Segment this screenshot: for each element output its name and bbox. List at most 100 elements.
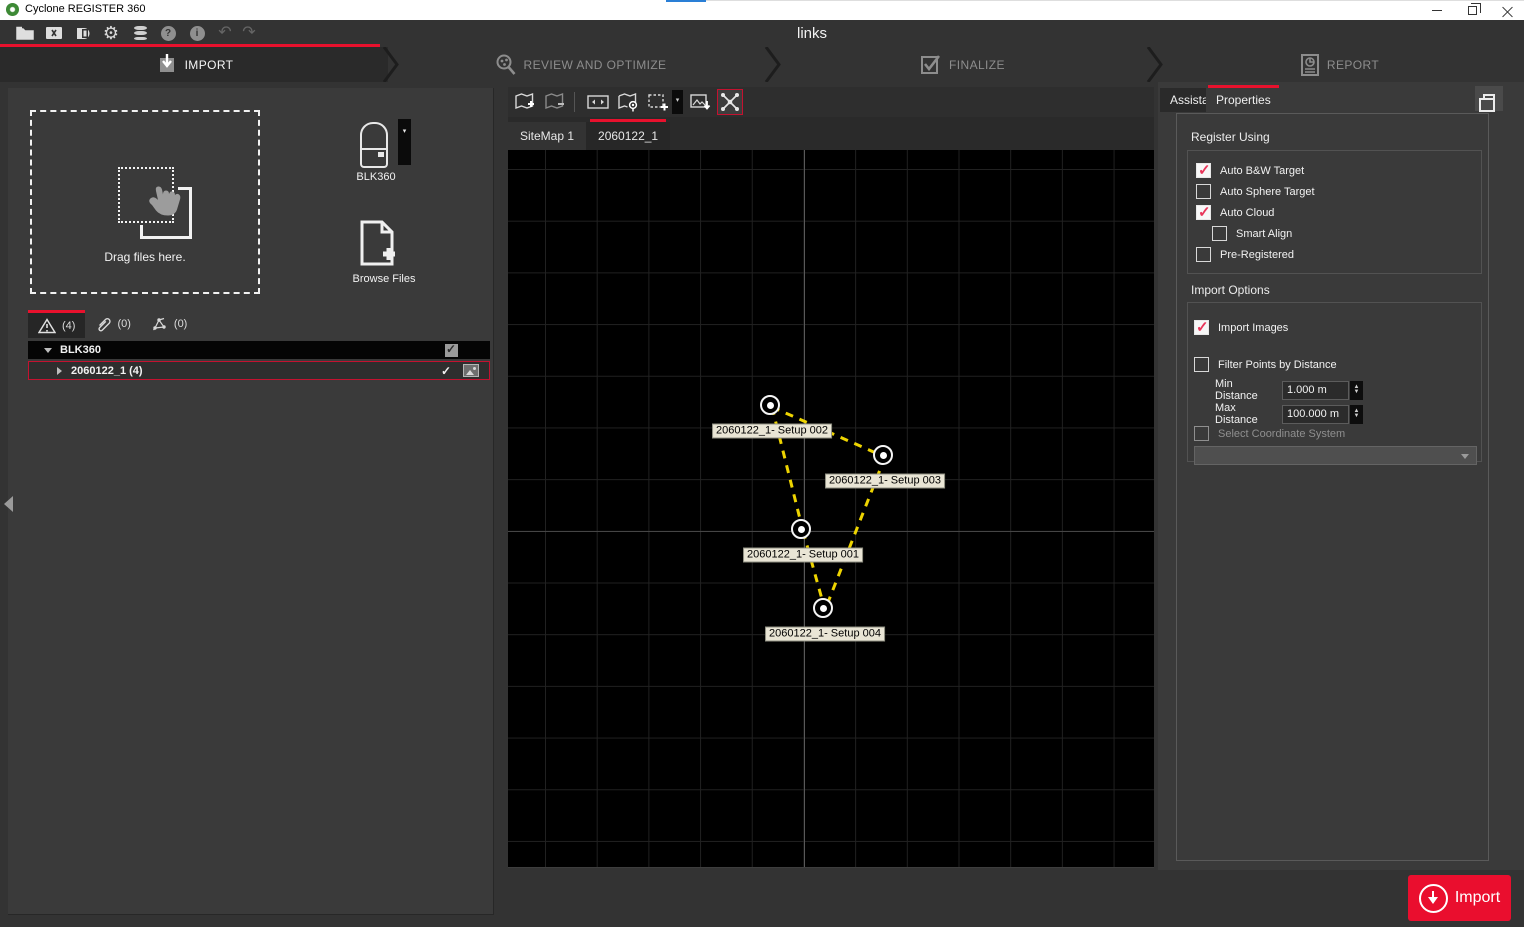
spin-down-icon[interactable]: ▼ xyxy=(1354,390,1360,395)
add-sitemap-icon xyxy=(514,92,536,112)
option-auto-bw-target[interactable]: Auto B&W Target xyxy=(1196,163,1304,178)
sitemap-location-icon xyxy=(617,92,639,112)
min-distance-input[interactable]: 1.000 m xyxy=(1282,381,1349,400)
tab-label: SiteMap 1 xyxy=(520,129,574,143)
tree-row-blk360[interactable]: BLK360 xyxy=(28,341,490,359)
option-label: Pre-Registered xyxy=(1220,249,1294,261)
import-button[interactable]: Import xyxy=(1408,875,1511,921)
menu-toolbar: ⚙ ? i ↶ ↷ links xyxy=(0,20,1524,46)
browse-files-icon[interactable] xyxy=(356,220,398,266)
checkbox[interactable] xyxy=(1196,184,1211,199)
remove-sitemap-button[interactable] xyxy=(542,89,568,115)
open-project-button[interactable] xyxy=(14,23,36,43)
storage-database-icon xyxy=(134,26,147,40)
selection-tool-button[interactable] xyxy=(645,89,671,115)
settings-gear-icon: ⚙ xyxy=(103,24,119,42)
import-button-label: Import xyxy=(1455,889,1500,907)
detach-panel-button[interactable] xyxy=(1475,86,1503,111)
expand-caret-icon[interactable] xyxy=(57,367,62,375)
setup-node-setup3[interactable] xyxy=(873,445,893,465)
workflow-step-review[interactable]: REVIEW AND OPTIMIZE xyxy=(390,47,770,82)
sitemap-tabs: SiteMap 1 2060122_1 xyxy=(508,117,1154,150)
workflow-step-import[interactable]: IMPORT xyxy=(0,47,388,82)
import-project-button[interactable] xyxy=(72,23,94,43)
option-smart-align[interactable]: Smart Align xyxy=(1212,226,1292,241)
tree-checkbox[interactable] xyxy=(445,344,458,357)
selection-tool-dropdown[interactable]: ▾ xyxy=(672,90,683,114)
close-project-button[interactable] xyxy=(43,23,65,43)
help-button[interactable]: ? xyxy=(157,23,179,43)
option-import-images[interactable]: Import Images xyxy=(1194,320,1288,335)
option-auto-cloud[interactable]: Auto Cloud xyxy=(1196,205,1274,220)
links-tool-icon xyxy=(719,91,741,113)
tab-2060122-1[interactable]: 2060122_1 xyxy=(586,122,670,150)
setup-node-label: 2060122_1- Setup 003 xyxy=(825,474,945,489)
links-tool-button[interactable] xyxy=(717,89,743,115)
workflow-step-report[interactable]: REPORT xyxy=(1154,47,1524,82)
option-label: Auto Sphere Target xyxy=(1220,186,1315,198)
tree-row-scan-group[interactable]: 2060122_1 (4) ✓ xyxy=(28,361,490,380)
spin-down-icon[interactable]: ▼ xyxy=(1354,414,1360,419)
checkbox[interactable] xyxy=(1196,163,1211,178)
import-options-title: Import Options xyxy=(1191,283,1270,297)
blk360-device-icon[interactable] xyxy=(360,122,388,168)
collapse-caret-icon[interactable] xyxy=(44,348,52,353)
min-distance-spinner[interactable]: ▲▼ xyxy=(1350,381,1363,400)
help-icon: ? xyxy=(161,26,176,41)
review-magnifier-icon xyxy=(494,53,518,77)
option-label: Auto Cloud xyxy=(1220,207,1274,219)
paperclip-icon xyxy=(95,316,111,332)
workflow-step-finalize[interactable]: FINALIZE xyxy=(772,47,1152,82)
checkbox[interactable] xyxy=(1212,226,1227,241)
tree-label: 2060122_1 (4) xyxy=(71,365,143,377)
max-distance-input[interactable]: 100.000 m xyxy=(1282,405,1349,424)
info-button[interactable]: i xyxy=(186,23,208,43)
storage-button[interactable] xyxy=(129,23,151,43)
tab-count: (0) xyxy=(174,318,187,330)
checkbox[interactable] xyxy=(1194,320,1209,335)
tab-label: 2060122_1 xyxy=(598,129,658,143)
settings-button[interactable]: ⚙ xyxy=(100,23,122,43)
tab-issues[interactable]: (4) xyxy=(28,310,85,338)
tab-sitemap-1[interactable]: SiteMap 1 xyxy=(508,122,586,150)
tab-count: (0) xyxy=(117,318,130,330)
setup-node-setup1[interactable] xyxy=(791,519,811,539)
undo-button[interactable]: ↶ xyxy=(214,23,236,43)
report-document-icon xyxy=(1299,53,1321,77)
tab-properties[interactable]: Properties xyxy=(1206,88,1281,112)
coordinate-system-dropdown[interactable] xyxy=(1194,446,1477,465)
panorama-view-button[interactable] xyxy=(585,89,611,115)
setup-node-setup2[interactable] xyxy=(760,395,780,415)
option-pre-registered[interactable]: Pre-Registered xyxy=(1196,247,1294,262)
tab-structure[interactable]: (0) xyxy=(141,310,197,338)
tab-count: (4) xyxy=(62,320,75,332)
setup-node-setup4[interactable] xyxy=(813,598,833,618)
image-download-button[interactable] xyxy=(687,89,713,115)
setup-node-label: 2060122_1- Setup 002 xyxy=(712,424,832,439)
blk360-dropdown[interactable]: ▾ xyxy=(398,119,411,165)
redo-button[interactable]: ↷ xyxy=(238,23,260,43)
option-select-coordinate-system[interactable]: Select Coordinate System xyxy=(1194,426,1345,441)
image-download-icon xyxy=(689,92,711,112)
sitemap-location-button[interactable] xyxy=(615,89,641,115)
option-auto-sphere-target[interactable]: Auto Sphere Target xyxy=(1196,184,1315,199)
checkbox[interactable] xyxy=(1194,357,1209,372)
max-distance-spinner[interactable]: ▲▼ xyxy=(1350,405,1363,424)
checkbox[interactable] xyxy=(1196,247,1211,262)
minimize-button[interactable] xyxy=(1420,0,1454,20)
collapse-left-panel-arrow[interactable] xyxy=(4,496,13,512)
close-icon xyxy=(1502,5,1513,16)
add-sitemap-button[interactable] xyxy=(512,89,538,115)
image-thumbnail-icon[interactable] xyxy=(463,364,479,377)
restore-button[interactable] xyxy=(1455,0,1489,20)
check-mark-icon: ✓ xyxy=(441,364,451,378)
drag-files-dropzone[interactable]: Drag files here. xyxy=(30,110,260,294)
import-download-icon xyxy=(155,53,179,77)
tab-attachments[interactable]: (0) xyxy=(85,310,140,338)
import-list-tabs: (4) (0) (0) xyxy=(28,310,197,338)
checkbox[interactable] xyxy=(1196,205,1211,220)
checkbox[interactable] xyxy=(1194,426,1209,441)
option-filter-points[interactable]: Filter Points by Distance xyxy=(1194,357,1337,372)
close-button[interactable] xyxy=(1490,0,1524,20)
sitemap-canvas[interactable]: 2060122_1- Setup 0012060122_1- Setup 002… xyxy=(508,150,1154,868)
